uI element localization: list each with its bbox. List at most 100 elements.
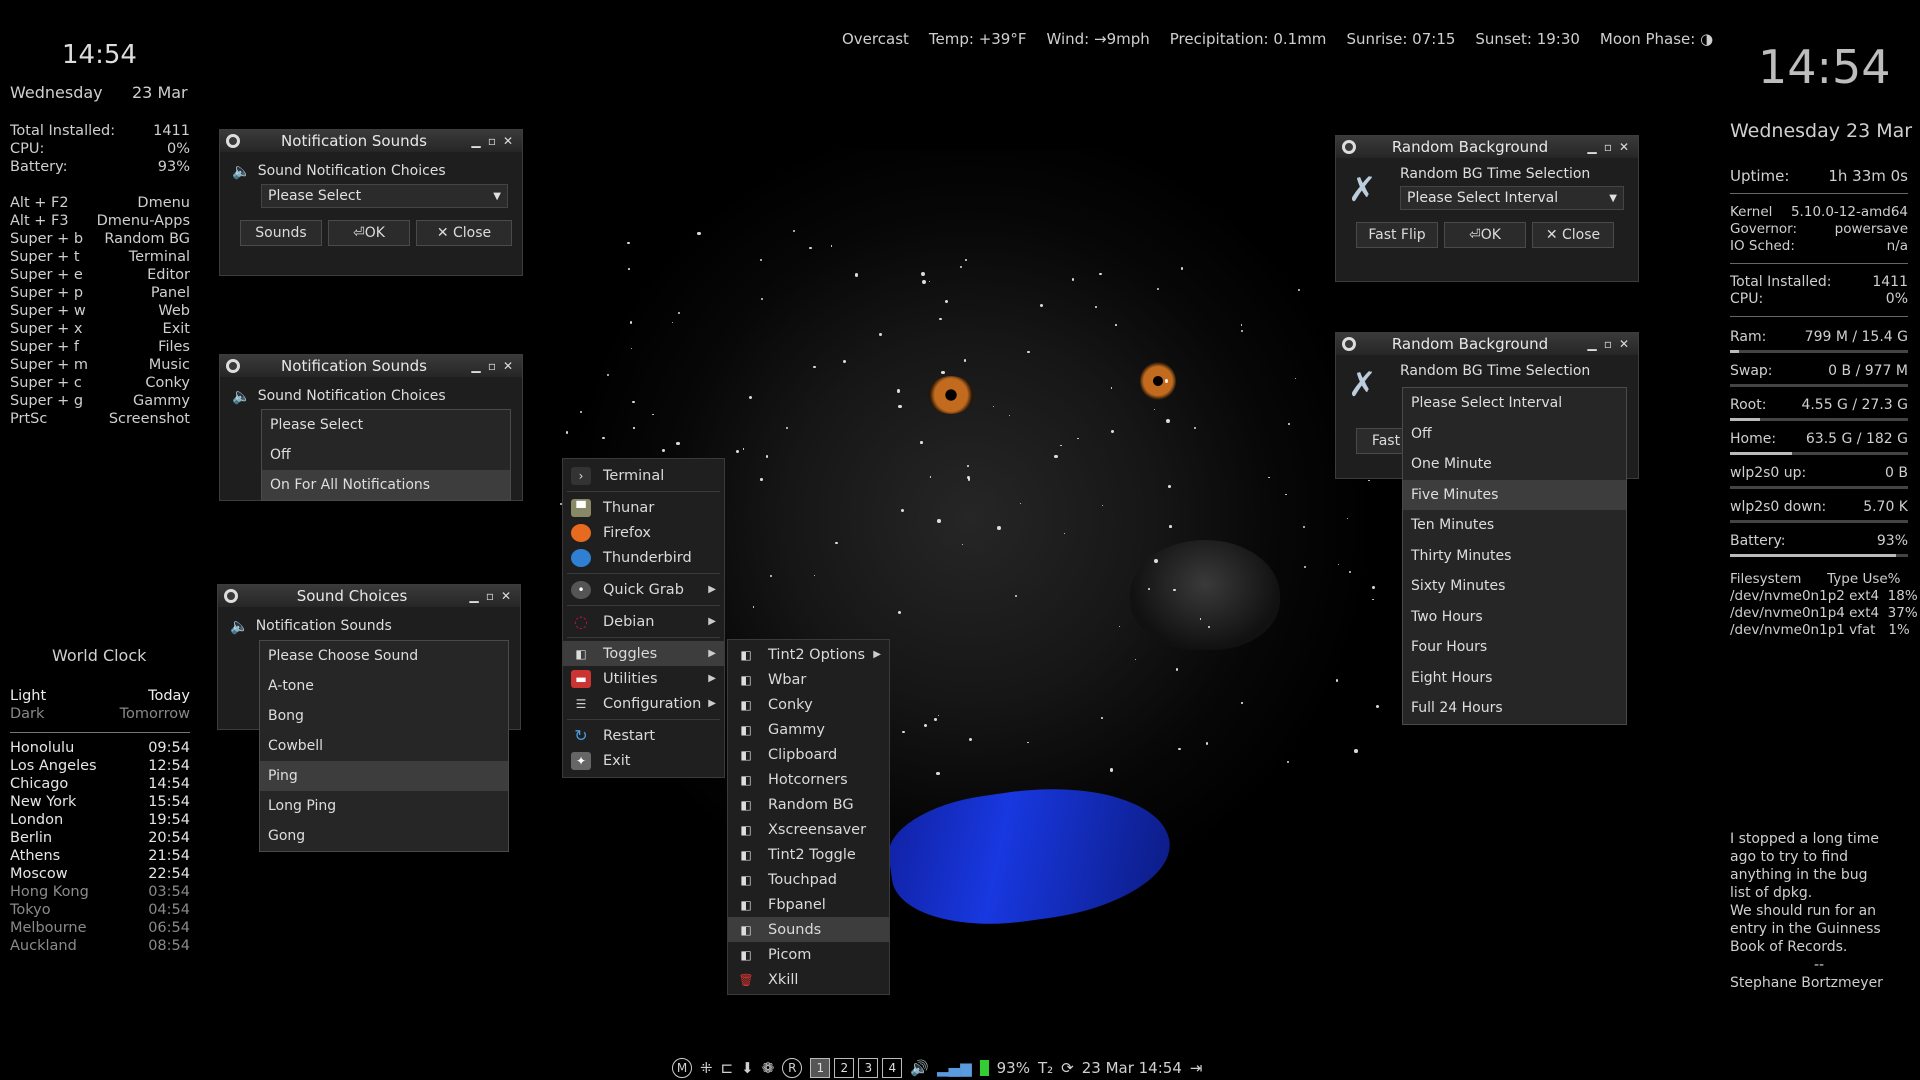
interval-select[interactable]: Please Select Interval ▼ [1400, 186, 1624, 210]
minimize-icon[interactable]: ▁ [468, 134, 484, 148]
menu-item-restart[interactable]: ↻ Restart [563, 723, 724, 748]
close-icon[interactable]: ✕ [500, 359, 516, 373]
dropdown-option[interactable]: Bong [260, 701, 508, 731]
dropdown-option[interactable]: Four Hours [1403, 632, 1626, 663]
dropdown-option[interactable]: Long Ping [260, 791, 508, 821]
close-button[interactable]: ✕ Close [416, 220, 512, 246]
submenu-item-wbar[interactable]: ◧ Wbar [728, 667, 889, 692]
submenu-item-xkill[interactable]: 🗑 Xkill [728, 967, 889, 992]
fortune-quote: I stopped a long time ago to try to find a… [1730, 830, 1908, 992]
sound-select[interactable]: Please Select ▼ [261, 184, 508, 208]
sync-icon[interactable]: ⟳ [1061, 1059, 1074, 1077]
menu-logo-icon[interactable]: M [672, 1058, 692, 1078]
dropdown-option[interactable]: Ping [260, 761, 508, 791]
tint2-icon[interactable]: T₂ [1038, 1059, 1053, 1077]
window-icon[interactable]: ⊏ [721, 1059, 734, 1077]
submenu-item-tint2-options[interactable]: ◧ Tint2 Options ▶ [728, 642, 889, 667]
workspace-switcher: 1234 [810, 1058, 903, 1078]
rb-label: Random BG Time Selection [1400, 166, 1591, 182]
menu-item-terminal[interactable]: › Terminal [563, 463, 724, 488]
workspace-3[interactable]: 3 [858, 1058, 879, 1078]
submenu-item-xscreensaver[interactable]: ◧ Xscreensaver [728, 817, 889, 842]
submenu-item-gammy[interactable]: ◧ Gammy [728, 717, 889, 742]
ok-button[interactable]: ⏎ OK [1444, 222, 1526, 248]
signal-icon[interactable]: ▂▄▆ [937, 1059, 972, 1077]
fast-flip-button[interactable]: Fast Flip [1356, 222, 1438, 248]
menu-item-thunar[interactable]: ▀ Thunar [563, 495, 724, 520]
interval-dropdown: Please Select Interval Off One Minute Five … [1402, 387, 1627, 725]
battery-icon[interactable] [979, 1060, 989, 1076]
dropdown-option[interactable]: One Minute [1403, 449, 1626, 480]
submenu-item-tint2-toggle[interactable]: ◧ Tint2 Toggle [728, 842, 889, 867]
dropdown-option[interactable]: Off [262, 440, 510, 470]
menu-item-configuration[interactable]: ☰ Configuration ▶ [563, 691, 724, 716]
ok-button[interactable]: ⏎ OK [328, 220, 410, 246]
menu-item-exit[interactable]: ✦ Exit [563, 748, 724, 773]
dropdown-option[interactable]: Please Select Interval [1403, 388, 1626, 419]
submenu-item-clipboard[interactable]: ◧ Clipboard [728, 742, 889, 767]
menu-item-utilities[interactable]: ▬ Utilities ▶ [563, 666, 724, 691]
menu-item-thunderbird[interactable]: Thunderbird [563, 545, 724, 570]
minimize-icon[interactable]: ▁ [466, 589, 482, 603]
dropdown-option[interactable]: Eight Hours [1403, 663, 1626, 694]
menu-item-firefox[interactable]: Firefox [563, 520, 724, 545]
left-stat-key: Battery: [10, 159, 68, 175]
dropdown-option[interactable]: Gong [260, 821, 508, 851]
dropdown-option[interactable]: Five Minutes [1403, 479, 1626, 510]
ok-label: OK [364, 225, 385, 241]
menu-item-quick-grab[interactable]: • Quick Grab ▶ [563, 577, 724, 602]
minimize-icon[interactable]: ▁ [1584, 337, 1600, 351]
dropdown-option[interactable]: A-tone [260, 671, 508, 701]
random-background-window-1: Random Background ▁ ▫ ✕ ✗ Random BG Time Se… [1335, 135, 1639, 282]
workspace-2[interactable]: 2 [834, 1058, 855, 1078]
dropdown-option[interactable]: On For All Notifications [262, 470, 510, 500]
submenu-item-picom[interactable]: ◧ Picom [728, 942, 889, 967]
dropdown-option[interactable]: Sixty Minutes [1403, 571, 1626, 602]
grid-icon[interactable]: ⁜ [700, 1059, 713, 1077]
gear-icon[interactable] [226, 134, 240, 148]
submenu-item-random-bg[interactable]: ◧ Random BG [728, 792, 889, 817]
minimize-icon[interactable]: ▁ [468, 359, 484, 373]
maximize-icon[interactable]: ▫ [1600, 140, 1616, 154]
menu-item-toggles[interactable]: ◧ Toggles ▶ [563, 641, 724, 666]
close-icon[interactable]: ✕ [498, 589, 514, 603]
sounds-button[interactable]: Sounds [240, 220, 322, 246]
gear-icon[interactable] [226, 359, 240, 373]
taskbar-clock[interactable]: 23 Mar 14:54 [1082, 1059, 1182, 1077]
maximize-icon[interactable]: ▫ [484, 359, 500, 373]
dropdown-option[interactable]: Thirty Minutes [1403, 541, 1626, 572]
screenshot-icon: • [571, 580, 591, 599]
dropdown-option[interactable]: Please Select [262, 410, 510, 440]
submenu-item-sounds[interactable]: ◧ Sounds [728, 917, 889, 942]
maximize-icon[interactable]: ▫ [1600, 337, 1616, 351]
dropdown-option[interactable]: Cowbell [260, 731, 508, 761]
close-icon[interactable]: ✕ [1616, 337, 1632, 351]
submenu-item-conky[interactable]: ◧ Conky [728, 692, 889, 717]
dropdown-option[interactable]: Please Choose Sound [260, 641, 508, 671]
download-icon[interactable]: ⬇ [741, 1059, 754, 1077]
workspace-4[interactable]: 4 [882, 1058, 903, 1078]
volume-icon[interactable]: 🔊 [910, 1059, 929, 1077]
dropdown-option[interactable]: Two Hours [1403, 602, 1626, 633]
paw-icon[interactable]: ❁ [762, 1059, 775, 1077]
dropdown-option[interactable]: Ten Minutes [1403, 510, 1626, 541]
submenu-item-touchpad[interactable]: ◧ Touchpad [728, 867, 889, 892]
gear-icon[interactable] [1342, 140, 1356, 154]
workspace-1[interactable]: 1 [810, 1058, 831, 1078]
submenu-item-hotcorners[interactable]: ◧ Hotcorners [728, 767, 889, 792]
maximize-icon[interactable]: ▫ [484, 134, 500, 148]
maximize-icon[interactable]: ▫ [482, 589, 498, 603]
menu-item-debian[interactable]: ◌ Debian ▶ [563, 609, 724, 634]
close-button[interactable]: ✕ Close [1532, 222, 1614, 248]
close-icon[interactable]: ✕ [500, 134, 516, 148]
speaker-icon: 🔈 [232, 387, 251, 405]
gear-icon[interactable] [224, 589, 238, 603]
logout-icon[interactable]: ⇥ [1190, 1059, 1203, 1077]
registered-icon[interactable]: R [782, 1058, 803, 1078]
close-icon[interactable]: ✕ [1616, 140, 1632, 154]
gear-icon[interactable] [1342, 337, 1356, 351]
dropdown-option[interactable]: Off [1403, 419, 1626, 450]
minimize-icon[interactable]: ▁ [1584, 140, 1600, 154]
dropdown-option[interactable]: Full 24 Hours [1403, 693, 1626, 724]
submenu-item-fbpanel[interactable]: ◧ Fbpanel [728, 892, 889, 917]
